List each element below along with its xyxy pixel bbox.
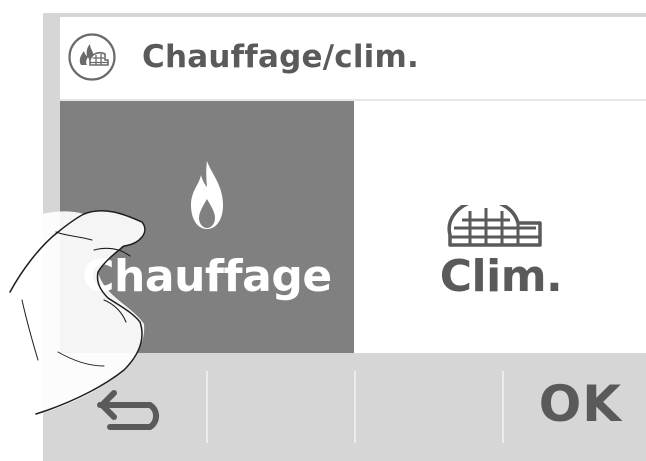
footer-divider <box>206 371 208 443</box>
ok-button-label: OK <box>538 375 622 433</box>
back-button[interactable] <box>60 353 206 461</box>
action-bar: OK <box>60 353 646 461</box>
flame-icon <box>191 161 223 229</box>
page-title: Chauffage/clim. <box>142 39 419 75</box>
footer-divider <box>354 371 356 443</box>
igloo-icon <box>447 205 542 247</box>
ok-button[interactable]: OK <box>504 353 646 461</box>
back-arrow-icon <box>97 390 159 430</box>
cooling-mode-label: Clim. <box>439 251 563 302</box>
screen-header: Chauffage/clim. <box>60 17 646 101</box>
heating-mode-button[interactable]: Chauffage <box>60 101 354 353</box>
cooling-mode-button[interactable]: Clim. <box>356 101 646 353</box>
heating-cooling-icon <box>68 33 116 81</box>
thermostat-screen: Chauffage/clim. Chauffage Clim. OK <box>60 17 646 461</box>
heating-mode-label: Chauffage <box>82 251 332 302</box>
